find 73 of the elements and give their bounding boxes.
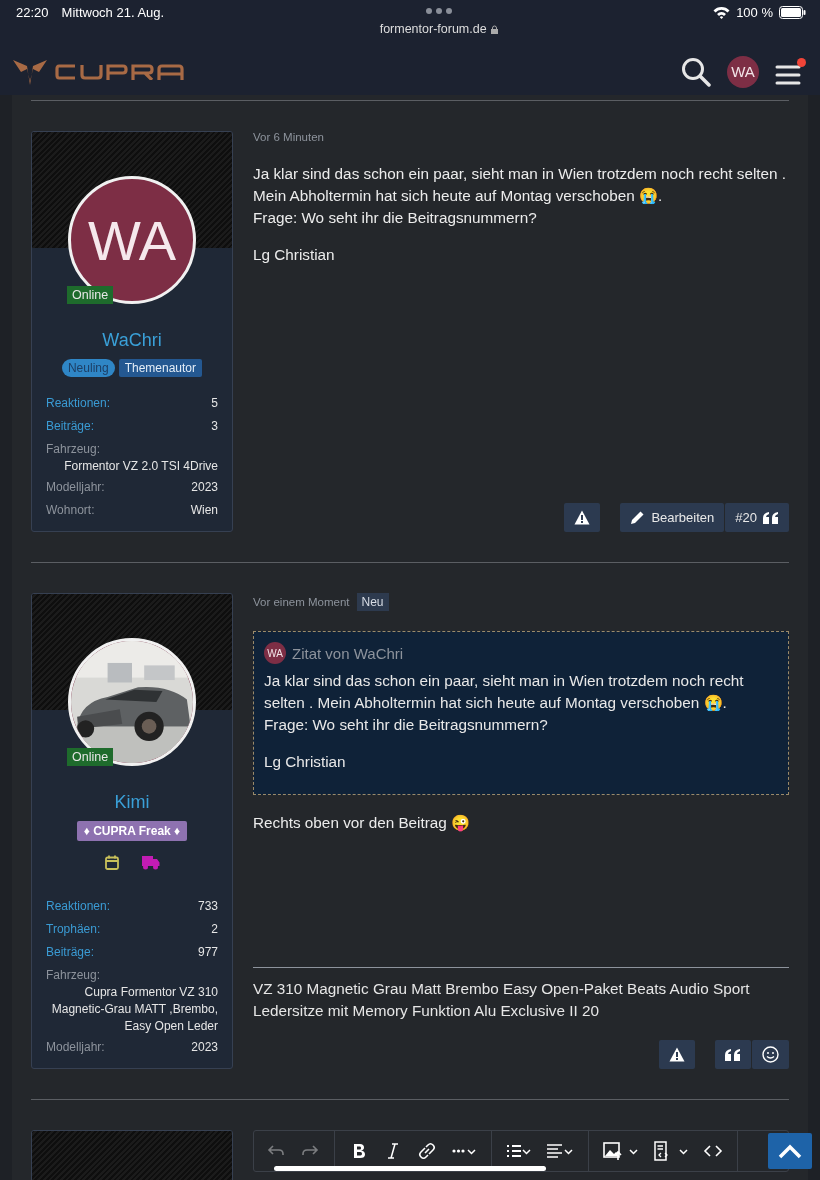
battery-icon	[779, 6, 806, 19]
user-avatar[interactable]: WA	[727, 55, 759, 88]
user-title-badge: Themenautor	[118, 359, 203, 377]
wordmark-icon	[55, 63, 185, 80]
stat-value: Formentor VZ 2.0 TSI 4Drive	[63, 458, 218, 475]
stat-value: 5	[211, 395, 218, 410]
chevron-up-icon	[778, 1143, 802, 1159]
user-avatar[interactable]: WA	[264, 642, 286, 664]
stat-label: Modelljahr:	[46, 1039, 105, 1054]
post-paragraph: Frage: Wo seht ihr die Beitragsnummern?	[264, 715, 549, 735]
image-caret-icon[interactable]	[603, 1141, 639, 1161]
search-icon[interactable]	[681, 56, 711, 87]
post-paragraph: Lg Christian	[264, 752, 347, 772]
new-badge: Neu	[356, 593, 389, 611]
stat-value: 977	[197, 944, 218, 959]
stat-label: Fahrzeug:	[46, 967, 102, 984]
menu-button[interactable]	[775, 57, 806, 86]
quote-icon	[725, 1048, 741, 1061]
warning-icon	[574, 510, 591, 525]
post-paragraph: Lg Christian	[253, 245, 336, 265]
clock-time: 22:20	[16, 5, 49, 20]
stat-label: Modelljahr:	[46, 479, 105, 494]
signature-text: VZ 310 Magnetic Grau Matt Brembo Easy Open-Paket Beats Audio Sport Ledersitze mit Memory Funktion Alu Exclusive II 20	[253, 967, 789, 1022]
template-caret-icon[interactable]	[653, 1141, 689, 1161]
post-paragraph: Rechts oben vor den Beitrag 😜	[253, 813, 472, 834]
username-link[interactable]: Kimi	[32, 792, 232, 813]
stat-label: Fahrzeug:	[46, 441, 102, 458]
quote-author-link[interactable]: Zitat von WaChri	[292, 644, 404, 662]
stat-value: 733	[197, 898, 218, 913]
post-time[interactable]: Vor 6 Minuten	[253, 131, 324, 143]
pencil-icon	[630, 510, 646, 525]
post-paragraph: Ja klar sind das schon ein paar, sieht man in Wien trotzdem noch recht selten . Mein Abholtermin hat sich heute auf Montag verschoben 😭.	[264, 671, 745, 713]
link-icon[interactable]	[417, 1141, 437, 1161]
scroll-to-top-button[interactable]	[768, 1133, 812, 1169]
quote-icon	[763, 511, 779, 524]
report-button[interactable]	[564, 503, 601, 532]
stat-value: Wien	[190, 502, 218, 517]
stat-link[interactable]: Beiträge:	[46, 944, 95, 959]
stat-value: 2	[211, 921, 218, 936]
post-time[interactable]: Vor einem Moment	[253, 596, 350, 608]
online-badge: Online	[67, 748, 114, 766]
post-paragraph: Ja klar sind das schon ein paar, sieht man in Wien trotzdem noch recht selten . Mein Abholtermin hat sich heute auf Montag verschoben 😭.	[253, 164, 788, 206]
lock-icon	[490, 24, 498, 34]
stat-value: 3	[211, 418, 218, 433]
username-link[interactable]: WaChri	[32, 330, 232, 351]
post-paragraph: Frage: Wo seht ihr die Beitragsnummern?	[253, 208, 538, 228]
wifi-icon	[713, 6, 731, 19]
stat-link[interactable]: Beiträge:	[46, 418, 95, 433]
user-title-badge: ♦ CUPRA Freak ♦	[76, 821, 188, 841]
date-text: Mittwoch 21. Aug.	[61, 5, 165, 20]
warning-icon	[669, 1047, 685, 1062]
stat-value: 2023	[191, 479, 218, 494]
react-button[interactable]	[752, 1040, 789, 1069]
smiley-icon	[762, 1046, 779, 1063]
stat-value: Cupra Formentor VZ 310 Magnetic-Grau MATT ,Brembo, Easy Open Leder	[50, 984, 218, 1035]
battery-percentage: 100 %	[736, 5, 773, 20]
quote-button[interactable]	[715, 1040, 751, 1069]
report-button[interactable]	[659, 1040, 695, 1069]
menu-icon	[775, 63, 801, 86]
tribal-logo-icon	[13, 58, 47, 85]
online-badge: Online	[67, 286, 114, 304]
more-dots-icon[interactable]	[425, 8, 452, 14]
url-text[interactable]: formentor-forum.de	[379, 22, 487, 36]
stat-label: Wohnort:	[46, 502, 95, 517]
cupra-logo[interactable]	[13, 58, 185, 85]
stat-value: 2023	[191, 1039, 218, 1054]
stat-link[interactable]: Reaktionen:	[46, 898, 111, 913]
edit-button[interactable]: Bearbeiten	[620, 503, 725, 532]
quote-button[interactable]: #20	[725, 503, 789, 532]
align-caret-icon[interactable]	[546, 1141, 574, 1161]
stat-link[interactable]: Trophäen:	[46, 921, 101, 936]
stat-link[interactable]: Reaktionen:	[46, 395, 111, 410]
user-title-badge: Neuling	[61, 359, 115, 377]
